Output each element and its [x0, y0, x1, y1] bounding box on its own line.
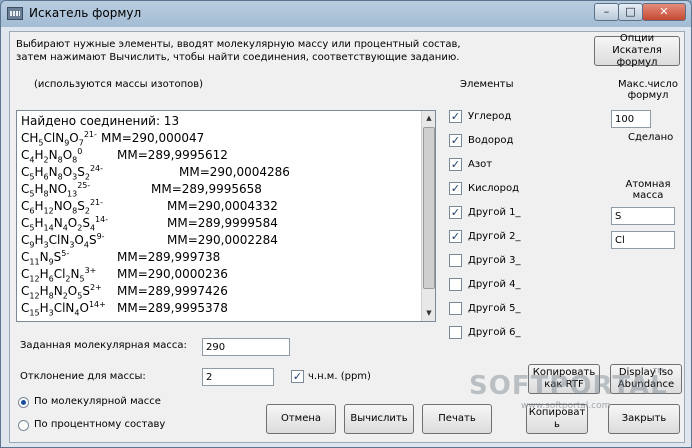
- result-mass: MM=289,9995658: [151, 182, 262, 196]
- other-2-symbol-input[interactable]: [611, 231, 675, 249]
- minimize-button[interactable]: –: [594, 3, 619, 21]
- done-label: Сделано: [628, 132, 674, 143]
- by-mass-radio[interactable]: [18, 397, 29, 408]
- isotopes-note: (используются массы изотопов): [34, 79, 204, 90]
- options-button-line-2: формул: [616, 57, 658, 68]
- result-mass: MM=289,9997426: [117, 284, 228, 298]
- element-checkbox-1[interactable]: ✓: [449, 110, 462, 123]
- app-icon: [7, 7, 23, 20]
- element-label-10: Другой 6_: [468, 327, 521, 338]
- print-button[interactable]: Печать: [422, 404, 492, 434]
- result-formula: C5H6N8O3S224-: [21, 164, 104, 182]
- intro-line-2: затем нажимают Вычислить, чтобы найти со…: [16, 52, 460, 63]
- other-1-symbol-input[interactable]: [611, 207, 675, 225]
- mass-deviation-input[interactable]: [202, 368, 274, 386]
- element-checkbox-10[interactable]: [449, 326, 462, 339]
- by-mass-label: По молекулярной массе: [34, 396, 161, 407]
- ppm-checkbox[interactable]: ✓: [291, 370, 304, 383]
- window-title: Искатель формул: [29, 6, 142, 20]
- scroll-up-icon[interactable]: ▲: [423, 112, 435, 125]
- result-mass: MM=290,000047: [101, 131, 205, 145]
- result-formula: CH5ClN9O721-: [21, 130, 97, 148]
- result-formula: C4H2N8O80: [21, 147, 83, 165]
- copy-line-2: ь: [554, 419, 560, 430]
- result-mass: MM=289,999738: [117, 250, 221, 264]
- results-count-text: Найдено соединений: 13: [21, 114, 180, 128]
- formula-finder-options-button[interactable]: Опции Искателя формул: [594, 33, 680, 68]
- element-checkbox-8[interactable]: [449, 278, 462, 291]
- watermark-tm: TM: [653, 367, 664, 375]
- watermark-url: www.softportal.com: [521, 401, 611, 411]
- element-label-5: Другой 1_: [468, 207, 521, 218]
- result-mass: MM=289,9999584: [167, 216, 278, 230]
- element-label-6: Другой 2_: [468, 231, 521, 242]
- close-window-button[interactable]: ✕: [642, 3, 686, 21]
- element-checkbox-6[interactable]: ✓: [449, 230, 462, 243]
- intro-line-1: Выбирают нужные элементы, вводят молекул…: [16, 39, 461, 50]
- results-scrollbar[interactable]: ▲ ▼: [421, 111, 435, 321]
- max-formulas-label-line-1: Макс.число: [618, 79, 678, 90]
- by-percent-radio[interactable]: [18, 420, 29, 431]
- element-label-1: Углерод: [468, 111, 512, 122]
- result-formula: C5H14N4O2S414-: [21, 215, 109, 233]
- result-mass: MM=289,9995378: [117, 301, 228, 315]
- result-mass: MM=290,0004286: [179, 165, 290, 179]
- ppm-label: ч.н.м. (ppm): [308, 371, 371, 382]
- app-window: Искатель формул – □ ✕ Выбирают нужные эл…: [0, 0, 692, 448]
- result-formula: C9H3ClN3O4S9-: [21, 232, 105, 250]
- max-formulas-label: Макс.число формул: [618, 79, 678, 101]
- result-formula: C12H8N2O5S2+: [21, 283, 102, 301]
- title-bar[interactable]: Искатель формул – □ ✕: [1, 1, 691, 27]
- cancel-button[interactable]: Отмена: [266, 404, 336, 434]
- element-label-2: Водород: [468, 135, 514, 146]
- scroll-down-icon[interactable]: ▼: [423, 307, 435, 320]
- elements-header: Элементы: [460, 79, 514, 90]
- by-percent-label: По процентному составу: [34, 419, 166, 430]
- element-label-9: Другой 5_: [468, 303, 521, 314]
- result-formula: C5H8NO1325-: [21, 181, 91, 199]
- max-formulas-input[interactable]: [611, 110, 651, 128]
- maximize-button[interactable]: □: [618, 3, 643, 21]
- element-checkbox-3[interactable]: ✓: [449, 158, 462, 171]
- element-checkbox-2[interactable]: ✓: [449, 134, 462, 147]
- element-checkbox-4[interactable]: ✓: [449, 182, 462, 195]
- result-mass: MM=290,0002284: [167, 233, 278, 247]
- element-checkbox-7[interactable]: [449, 254, 462, 267]
- softportal-watermark: SOFTPORTAL: [469, 371, 668, 401]
- results-box[interactable]: Найдено соединений: 13 CH5ClN9O721- MM=29…: [16, 110, 436, 322]
- mass-deviation-label: Отклонение для массы:: [20, 371, 146, 382]
- close-button[interactable]: Закрыть: [608, 404, 680, 434]
- atomic-mass-label-line-1: Атомная: [625, 179, 671, 190]
- element-checkbox-9[interactable]: [449, 302, 462, 315]
- calculate-button[interactable]: Вычислить: [344, 404, 414, 434]
- element-label-3: Азот: [468, 159, 493, 170]
- element-label-4: Кислород: [468, 183, 519, 194]
- result-mass: MM=290,0000236: [117, 267, 228, 281]
- result-formula: C12H6Cl2N53+: [21, 266, 97, 284]
- result-mass: MM=290,0004332: [167, 199, 278, 213]
- result-formula: C6H12NO8S221-: [21, 198, 104, 216]
- scroll-thumb[interactable]: [423, 127, 435, 289]
- atomic-mass-label: Атомная масса: [618, 179, 678, 201]
- max-formulas-label-line-2: формул: [627, 90, 669, 101]
- result-mass: MM=289,9995612: [117, 148, 228, 162]
- target-mass-input[interactable]: [202, 338, 290, 356]
- element-label-8: Другой 4_: [468, 279, 521, 290]
- atomic-mass-label-line-2: масса: [632, 190, 664, 201]
- target-mass-label: Заданная молекулярная масса:: [20, 340, 187, 351]
- result-formula: C15H3ClN4O14+: [21, 300, 106, 318]
- element-checkbox-5[interactable]: ✓: [449, 206, 462, 219]
- result-formula: C11N9S5-: [21, 249, 70, 267]
- options-button-line-1: Опции Искателя: [612, 33, 662, 56]
- element-label-7: Другой 3_: [468, 255, 521, 266]
